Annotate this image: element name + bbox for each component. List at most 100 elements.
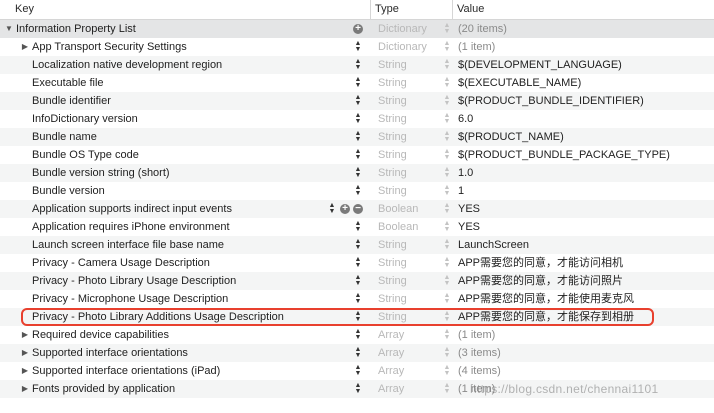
key-cell[interactable]: Required device capabilities (32, 326, 169, 344)
up-down-stepper-icon[interactable]: ▲ ▼ (353, 40, 363, 53)
property-row[interactable]: ▶ Required device capabilities ▲ ▼ Array ▲ ▼ (1… (0, 326, 714, 344)
type-stepper-icon[interactable]: ▲ ▼ (443, 238, 451, 251)
property-row[interactable]: Localization native development region ▲ ▼… (0, 56, 714, 74)
up-down-stepper-icon[interactable]: ▲ ▼ (353, 112, 363, 125)
property-row[interactable]: Application requires iPhone environment ▲… (0, 218, 714, 236)
type-cell[interactable]: Array (378, 380, 404, 398)
value-cell[interactable]: $(EXECUTABLE_NAME) (458, 74, 581, 92)
plus-circle-icon[interactable]: + (340, 204, 350, 214)
type-cell[interactable]: String (378, 236, 407, 254)
type-stepper-icon[interactable]: ▲ ▼ (443, 346, 451, 359)
key-cell[interactable]: Fonts provided by application (32, 380, 175, 398)
value-cell[interactable]: 1 (458, 182, 464, 200)
type-cell[interactable]: Dictionary (378, 38, 427, 56)
type-cell[interactable]: Array (378, 326, 404, 344)
value-cell[interactable]: $(DEVELOPMENT_LANGUAGE) (458, 56, 622, 74)
value-cell[interactable]: 6.0 (458, 110, 473, 128)
type-cell[interactable]: String (378, 128, 407, 146)
type-cell[interactable]: Dictionary (378, 20, 427, 38)
type-stepper-icon[interactable]: ▲ ▼ (443, 292, 451, 305)
type-column-header[interactable]: Type (375, 3, 399, 15)
disclosure-triangle-right-icon[interactable]: ▶ (20, 344, 30, 362)
column-divider[interactable] (452, 0, 453, 19)
type-cell[interactable]: String (378, 290, 407, 308)
up-down-stepper-icon[interactable]: ▲ ▼ (353, 76, 363, 89)
value-cell[interactable]: YES (458, 200, 480, 218)
type-stepper-icon[interactable]: ▲ ▼ (443, 274, 451, 287)
up-down-stepper-icon[interactable]: ▲ ▼ (353, 148, 363, 161)
key-cell[interactable]: Application requires iPhone environment (32, 218, 230, 236)
type-stepper-icon[interactable]: ▲ ▼ (443, 184, 451, 197)
disclosure-triangle-right-icon[interactable]: ▶ (20, 380, 30, 398)
type-cell[interactable]: String (378, 164, 407, 182)
type-stepper-icon[interactable]: ▲ ▼ (443, 76, 451, 89)
type-cell[interactable]: String (378, 272, 407, 290)
minus-circle-icon[interactable]: − (353, 204, 363, 214)
type-stepper-icon[interactable]: ▲ ▼ (443, 382, 451, 395)
value-cell[interactable]: APP需要您的同意，才能访问照片 (458, 272, 623, 290)
key-cell[interactable]: App Transport Security Settings (32, 38, 187, 56)
type-stepper-icon[interactable]: ▲ ▼ (443, 328, 451, 341)
type-cell[interactable]: Array (378, 344, 404, 362)
key-cell[interactable]: Bundle version string (short) (32, 164, 170, 182)
property-row[interactable]: Bundle identifier ▲ ▼ String ▲ ▼ $(PRODUCT_BUN… (0, 92, 714, 110)
key-cell[interactable]: Launch screen interface file base name (32, 236, 224, 254)
type-stepper-icon[interactable]: ▲ ▼ (443, 94, 451, 107)
type-stepper-icon[interactable]: ▲ ▼ (443, 256, 451, 269)
up-down-stepper-icon[interactable]: ▲ ▼ (353, 346, 363, 359)
value-cell[interactable]: LaunchScreen (458, 236, 529, 254)
column-divider[interactable] (370, 0, 371, 19)
key-cell[interactable]: Privacy - Photo Library Usage Descriptio… (32, 272, 236, 290)
key-cell[interactable]: Privacy - Camera Usage Description (32, 254, 210, 272)
value-cell[interactable]: (1 item) (458, 38, 495, 56)
value-cell[interactable]: $(PRODUCT_NAME) (458, 128, 564, 146)
up-down-stepper-icon[interactable]: ▲ ▼ (353, 238, 363, 251)
type-cell[interactable]: Array (378, 362, 404, 380)
property-row[interactable]: Privacy - Camera Usage Description ▲ ▼ Stri… (0, 254, 714, 272)
key-cell[interactable]: Bundle version (32, 182, 105, 200)
disclosure-triangle-right-icon[interactable]: ▶ (20, 362, 30, 380)
value-cell[interactable]: (3 items) (458, 344, 501, 362)
property-row[interactable]: Application supports indirect input even… (0, 200, 714, 218)
value-cell[interactable]: APP需要您的同意，才能访问相机 (458, 254, 623, 272)
type-cell[interactable]: String (378, 182, 407, 200)
type-stepper-icon[interactable]: ▲ ▼ (443, 112, 451, 125)
type-cell[interactable]: Boolean (378, 200, 418, 218)
up-down-stepper-icon[interactable]: ▲ ▼ (353, 220, 363, 233)
key-cell[interactable]: Information Property List (16, 20, 136, 38)
property-row[interactable]: ▶ Supported interface orientations (iPad)… (0, 362, 714, 380)
up-down-stepper-icon[interactable]: ▲ ▼ (353, 292, 363, 305)
property-row[interactable]: ▶ App Transport Security Settings ▲ ▼ Dictio… (0, 38, 714, 56)
property-row[interactable]: Bundle OS Type code ▲ ▼ String ▲ ▼ $(PRODUCT_B… (0, 146, 714, 164)
up-down-stepper-icon[interactable]: ▲ ▼ (353, 58, 363, 71)
type-stepper-icon[interactable]: ▲ ▼ (443, 166, 451, 179)
up-down-stepper-icon[interactable]: ▲ ▼ (353, 328, 363, 341)
type-cell[interactable]: String (378, 254, 407, 272)
key-cell[interactable]: Bundle identifier (32, 92, 111, 110)
up-down-stepper-icon[interactable]: ▲ ▼ (353, 274, 363, 287)
property-row[interactable]: Bundle name ▲ ▼ String ▲ ▼ $(PRODUCT_NAME) (0, 128, 714, 146)
property-row[interactable]: Privacy - Microphone Usage Description ▲ ▼… (0, 290, 714, 308)
value-cell[interactable]: YES (458, 218, 480, 236)
up-down-stepper-icon[interactable]: ▲ ▼ (353, 130, 363, 143)
plus-circle-icon[interactable]: + (353, 24, 363, 34)
type-stepper-icon[interactable]: ▲ ▼ (443, 202, 451, 215)
key-cell[interactable]: Supported interface orientations (iPad) (32, 362, 220, 380)
value-cell[interactable]: (1 item) (458, 326, 495, 344)
type-cell[interactable]: String (378, 74, 407, 92)
property-row[interactable]: Privacy - Photo Library Usage Descriptio… (0, 272, 714, 290)
type-cell[interactable]: String (378, 56, 407, 74)
type-cell[interactable]: String (378, 146, 407, 164)
up-down-stepper-icon[interactable]: ▲ ▼ (353, 94, 363, 107)
value-cell[interactable]: $(PRODUCT_BUNDLE_IDENTIFIER) (458, 92, 644, 110)
type-stepper-icon[interactable]: ▲ ▼ (443, 130, 451, 143)
property-row[interactable]: Executable file ▲ ▼ String ▲ ▼ $(EXECUTABLE_NA… (0, 74, 714, 92)
value-cell[interactable]: APP需要您的同意，才能使用麦克风 (458, 290, 634, 308)
root-row[interactable]: ▼ Information Property List + Dictionary ▲ ▼ (… (0, 20, 714, 38)
property-row[interactable]: Bundle version ▲ ▼ String ▲ ▼ 1 (0, 182, 714, 200)
property-row[interactable]: Bundle version string (short) ▲ ▼ String ▲ ▼ 1… (0, 164, 714, 182)
up-down-stepper-icon[interactable]: ▲ ▼ (353, 166, 363, 179)
disclosure-triangle-right-icon[interactable]: ▶ (20, 326, 30, 344)
key-cell[interactable]: InfoDictionary version (32, 110, 138, 128)
key-cell[interactable]: Localization native development region (32, 56, 222, 74)
